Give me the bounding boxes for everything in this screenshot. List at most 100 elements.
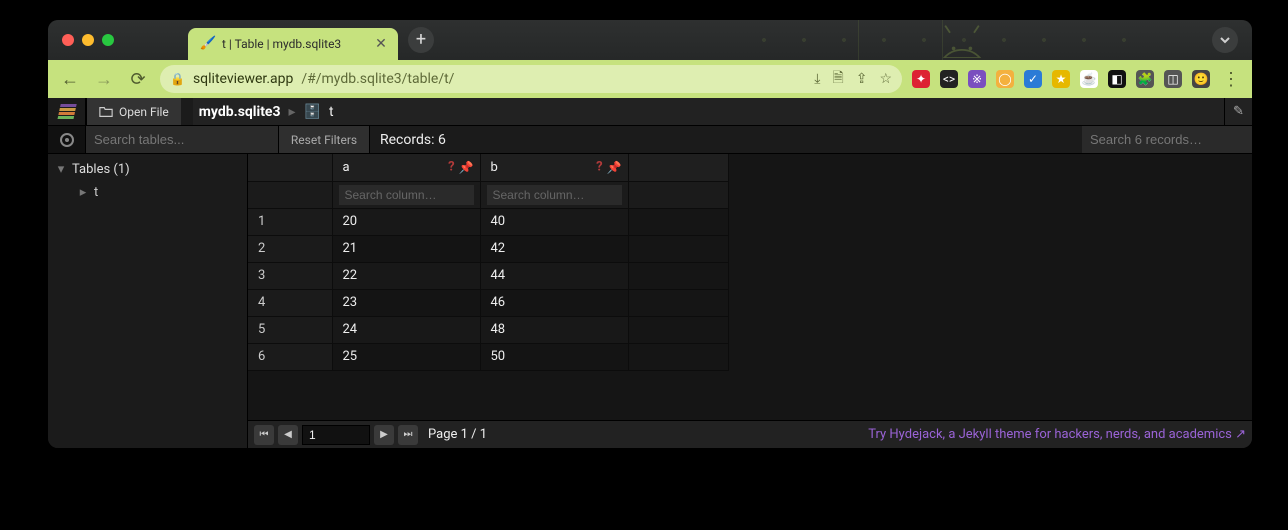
window-minimize-button[interactable]	[82, 34, 94, 46]
sidebar-item-table[interactable]: ▸ t	[48, 181, 247, 204]
chevron-down-icon: ▾	[56, 165, 66, 175]
row-number: 6	[248, 343, 332, 370]
column-header-empty	[628, 154, 728, 181]
cell-empty	[628, 289, 728, 316]
search-tables-input[interactable]	[86, 126, 278, 153]
breadcrumb-table[interactable]: t	[329, 104, 334, 120]
breadcrumb: mydb.sqlite3 ▸ 🗄️ t	[193, 104, 334, 120]
extension-icon[interactable]: ※	[968, 70, 986, 88]
search-records-input[interactable]	[1082, 126, 1252, 153]
data-table: a ? 📌 b ? 📌	[248, 154, 729, 371]
cell[interactable]: 48	[480, 316, 628, 343]
bookmark-star-icon[interactable]: ☆	[879, 71, 892, 87]
table-row[interactable]: 4 23 46	[248, 289, 728, 316]
extension-icon[interactable]: ★	[1052, 70, 1070, 88]
browser-menu-button[interactable]: ⋮	[1220, 69, 1242, 90]
target-icon	[60, 133, 74, 147]
pin-icon[interactable]: 📌	[459, 160, 474, 174]
cell[interactable]: 44	[480, 262, 628, 289]
extension-icon[interactable]: ✦	[912, 70, 930, 88]
cell[interactable]: 50	[480, 343, 628, 370]
cell[interactable]: 23	[332, 289, 480, 316]
page-first-button[interactable]: ⏮	[254, 425, 274, 445]
column-filter-input[interactable]	[339, 185, 474, 205]
column-filter-a	[332, 181, 480, 208]
row-number: 5	[248, 316, 332, 343]
pin-icon[interactable]: 📌	[607, 160, 622, 174]
page-number-input[interactable]	[302, 425, 370, 445]
sidebar-group-tables[interactable]: ▾ Tables (1)	[48, 158, 247, 181]
cell[interactable]: 25	[332, 343, 480, 370]
browser-tab[interactable]: 🖌️ t | Table | mydb.sqlite3 ✕	[188, 28, 398, 60]
new-tab-button[interactable]: +	[408, 27, 434, 53]
extension-icon[interactable]: ◧	[1108, 70, 1126, 88]
row-number: 3	[248, 262, 332, 289]
cell[interactable]: 40	[480, 208, 628, 235]
nav-forward-button[interactable]: →	[92, 67, 116, 91]
side-panel-icon[interactable]: ◫	[1164, 70, 1182, 88]
cell[interactable]: 42	[480, 235, 628, 262]
cell-empty	[628, 343, 728, 370]
browser-toolbar: ← → ⟳ 🔒 sqliteviewer.app/#/mydb.sqlite3/…	[48, 60, 1252, 98]
records-count: Records: 6	[370, 126, 456, 153]
promo-text: Try Hydejack, a Jekyll theme for hackers…	[868, 427, 1246, 442]
table-row[interactable]: 2 21 42	[248, 235, 728, 262]
reset-filters-label: Reset Filters	[291, 133, 357, 147]
edit-button[interactable]: ✎	[1224, 98, 1252, 125]
page-last-button[interactable]: ⏭	[398, 425, 418, 445]
nav-reload-button[interactable]: ⟳	[126, 67, 150, 91]
window-close-button[interactable]	[62, 34, 74, 46]
cell[interactable]: 20	[332, 208, 480, 235]
open-file-button[interactable]: Open File	[86, 98, 193, 125]
column-type-unknown-icon[interactable]: ?	[448, 160, 454, 175]
install-app-icon[interactable]: ⤓	[814, 71, 820, 87]
column-label: b	[491, 160, 498, 175]
breadcrumb-db[interactable]: mydb.sqlite3	[199, 104, 281, 120]
extension-icon[interactable]: <>	[940, 70, 958, 88]
extension-icon[interactable]: ✓	[1024, 70, 1042, 88]
extensions-menu-icon[interactable]: 🧩	[1136, 70, 1154, 88]
column-header-b[interactable]: b ? 📌	[480, 154, 628, 181]
column-type-unknown-icon[interactable]: ?	[596, 160, 602, 175]
tab-overflow-button[interactable]	[1212, 27, 1238, 53]
settings-button[interactable]	[48, 126, 86, 153]
share-icon[interactable]: ⇪	[856, 71, 868, 87]
column-header-a[interactable]: a ? 📌	[332, 154, 480, 181]
cell-empty	[628, 316, 728, 343]
url-path: /#/mydb.sqlite3/table/t/	[301, 71, 454, 87]
browser-window: 🖌️ t | Table | mydb.sqlite3 ✕ + ← → ⟳ 🔒 …	[48, 20, 1252, 448]
table-row[interactable]: 6 25 50	[248, 343, 728, 370]
window-traffic-lights	[48, 34, 128, 46]
tab-close-button[interactable]: ✕	[372, 35, 390, 53]
page-icon[interactable]: 🗎	[832, 67, 843, 91]
app-logo[interactable]	[48, 98, 86, 125]
cell-empty	[628, 208, 728, 235]
tab-title: t | Table | mydb.sqlite3	[222, 37, 341, 51]
cell[interactable]: 21	[332, 235, 480, 262]
table-row[interactable]: 3 22 44	[248, 262, 728, 289]
pencil-icon: ✎	[1233, 104, 1244, 119]
breadcrumb-separator-icon: ▸	[289, 104, 296, 120]
extension-icon[interactable]: ◯	[996, 70, 1014, 88]
table-row[interactable]: 1 20 40	[248, 208, 728, 235]
data-grid: a ? 📌 b ? 📌	[248, 154, 1252, 420]
cell[interactable]: 24	[332, 316, 480, 343]
page-next-button[interactable]: ▶	[374, 425, 394, 445]
column-label: a	[343, 160, 350, 175]
column-filter-input[interactable]	[487, 185, 622, 205]
lock-icon: 🔒	[170, 72, 185, 86]
table-row[interactable]: 5 24 48	[248, 316, 728, 343]
window-maximize-button[interactable]	[102, 34, 114, 46]
profile-avatar-icon[interactable]: 🙂	[1192, 70, 1210, 88]
nav-back-button[interactable]: ←	[58, 67, 82, 91]
cell[interactable]: 46	[480, 289, 628, 316]
reset-filters-button[interactable]: Reset Filters	[278, 126, 370, 153]
address-bar[interactable]: 🔒 sqliteviewer.app/#/mydb.sqlite3/table/…	[160, 65, 902, 93]
cell[interactable]: 22	[332, 262, 480, 289]
page-prev-button[interactable]: ◀	[278, 425, 298, 445]
extension-icon[interactable]: ☕	[1080, 70, 1098, 88]
promo-link[interactable]: Try Hydejack, a Jekyll theme for hackers…	[868, 427, 1246, 442]
table-icon: 🗄️	[304, 104, 321, 120]
android-icon	[932, 22, 992, 58]
sidebar-item-label: t	[94, 185, 98, 200]
